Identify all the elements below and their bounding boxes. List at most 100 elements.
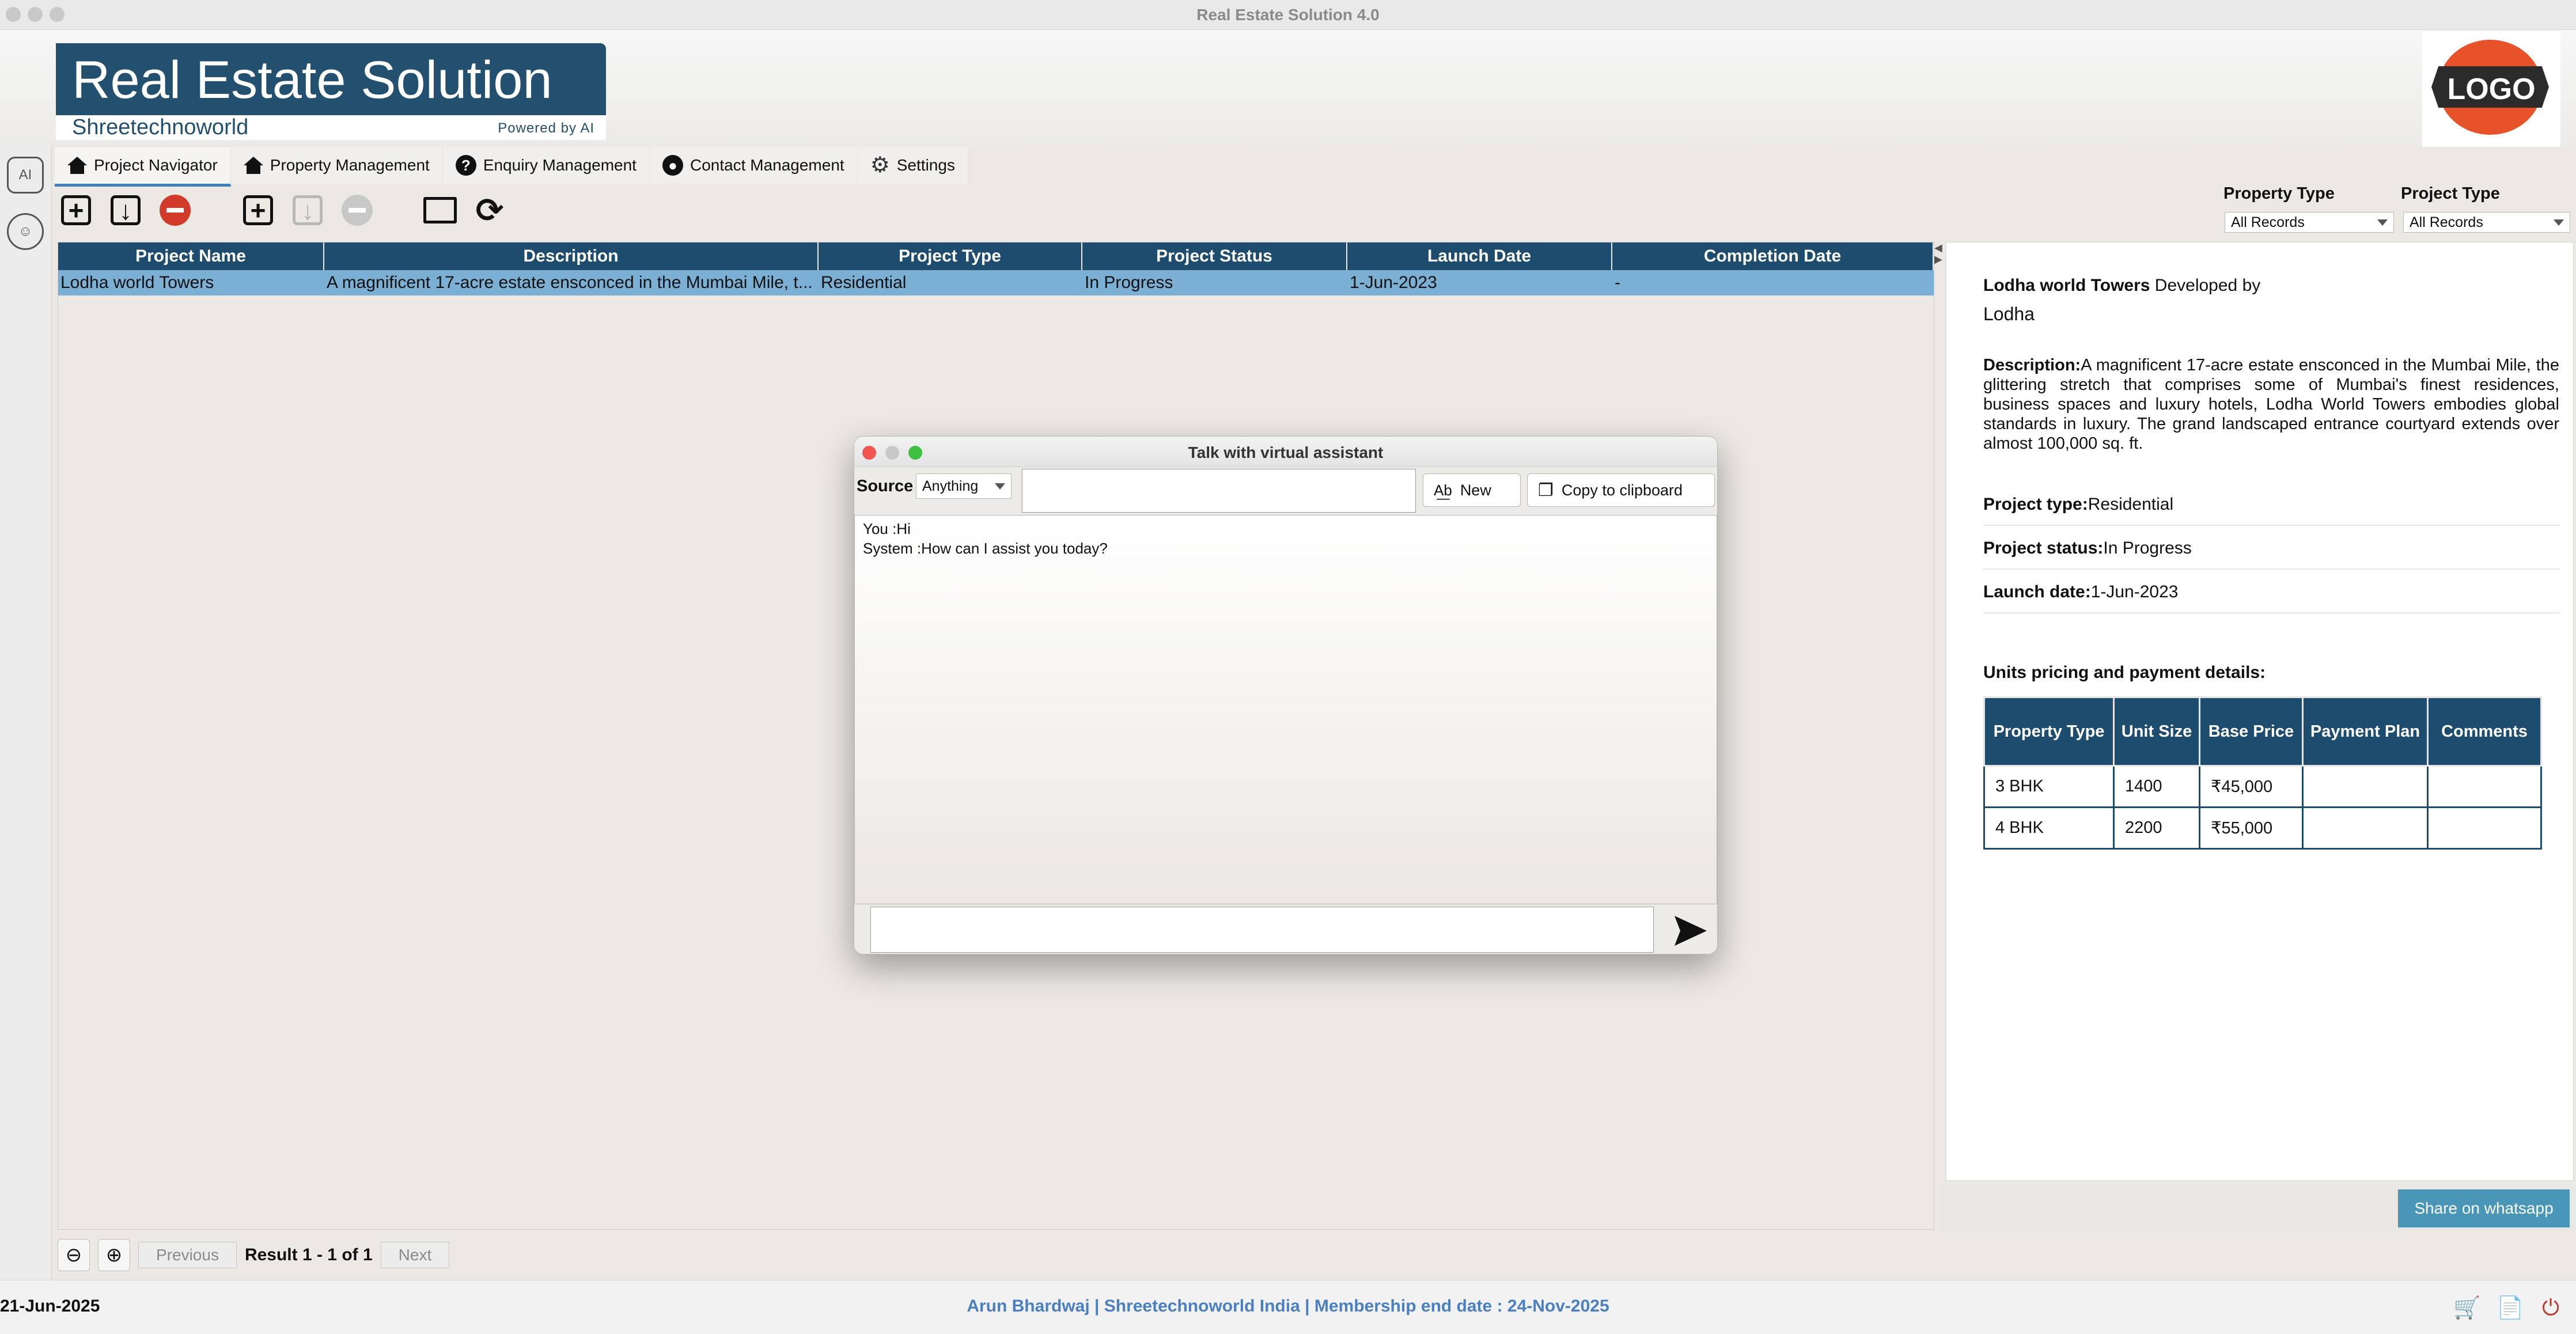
units-cell <box>2302 806 2429 850</box>
window-title: Real Estate Solution 4.0 <box>1196 6 1380 24</box>
units-cell <box>2427 765 2542 808</box>
tab-property-management[interactable]: Property Management <box>230 147 443 184</box>
table-row[interactable]: 3 BHK 1400 ₹45,000 <box>1983 765 2542 808</box>
brand-powered-by: Powered by AI <box>498 120 594 136</box>
grid-cell: Lodha world Towers <box>60 273 214 292</box>
brand-title: Real Estate Solution <box>72 51 552 109</box>
splitter-handle[interactable]: ◀ ▶ <box>1934 242 1946 276</box>
units-header-cell: Property Type <box>1983 696 2115 767</box>
tab-settings[interactable]: ⚙ Settings <box>857 147 968 184</box>
chat-message: System :How can I assist you today? <box>863 540 1108 557</box>
new-chat-label: New <box>1460 481 1491 499</box>
save-unit-button[interactable]: ↓ <box>289 192 326 229</box>
remove-icon <box>160 195 191 226</box>
tab-enquiry-management[interactable]: ? Enquiry Management <box>442 147 650 184</box>
window-titlebar: Real Estate Solution 4.0 <box>0 0 2576 30</box>
grid-header-cell[interactable]: Project Type <box>819 242 1082 270</box>
send-button[interactable] <box>1672 912 1709 949</box>
grid-header-cell[interactable]: Project Name <box>58 242 324 270</box>
main-tabs: Project Navigator Property Management ? … <box>55 147 968 187</box>
next-page-button[interactable]: Next <box>380 1242 450 1268</box>
units-header-cell: Payment Plan <box>2302 696 2429 767</box>
status-user-info[interactable]: Arun Bhardwaj | Shreetechnoworld India |… <box>0 1297 2576 1316</box>
units-cell: 1400 <box>2113 765 2200 808</box>
units-cell: 3 BHK <box>1983 765 2115 808</box>
zoom-in-button[interactable]: ⊕ <box>98 1239 130 1271</box>
help-icon: ? <box>455 155 476 176</box>
assistant-bot-icon[interactable]: ☺ <box>7 213 44 250</box>
copy-to-clipboard-button[interactable]: ❐ Copy to clipboard <box>1527 473 1715 507</box>
clear-text-icon: A͟b <box>1434 481 1452 499</box>
table-row[interactable]: Lodha world Towers A magnificent 17-acre… <box>58 270 1934 295</box>
detail-project-type: Residential <box>2088 495 2174 514</box>
previous-page-button[interactable]: Previous <box>138 1242 237 1268</box>
cart-icon[interactable]: 🛒 <box>2451 1292 2483 1324</box>
grid-cell: 1-Jun-2023 <box>1350 273 1437 292</box>
document-settings-icon[interactable]: 📄 <box>2494 1292 2526 1324</box>
plus-icon: + <box>243 195 273 225</box>
grid-cell: In Progress <box>1085 273 1173 292</box>
grid-header-row: Project Name Description Project Type Pr… <box>58 242 1934 270</box>
person-icon: ● <box>662 155 683 176</box>
detail-launch-date-label: Launch date: <box>1983 582 2091 601</box>
detail-developed-by-label: Developed by <box>2154 276 2261 295</box>
units-header-cell: Comments <box>2427 696 2542 767</box>
share-on-whatsapp-button[interactable]: Share on whatsapp <box>2398 1189 2570 1227</box>
units-table: Property Type Unit Size Base Price Payme… <box>1983 696 2542 850</box>
dialog-title: Talk with virtual assistant <box>1188 444 1384 461</box>
home-icon <box>243 157 263 174</box>
logo-text: LOGO <box>2447 73 2536 106</box>
home-icon <box>67 157 87 174</box>
delete-project-button[interactable] <box>157 192 194 229</box>
plus-icon: + <box>61 195 91 225</box>
grid-header-cell[interactable]: Description <box>324 242 819 270</box>
save-project-button[interactable]: ↓ <box>107 192 144 229</box>
zoom-out-button[interactable]: ⊖ <box>58 1239 90 1271</box>
grid-header-cell[interactable]: Launch Date <box>1347 242 1612 270</box>
detail-developer: Lodha <box>1983 304 2035 324</box>
power-icon[interactable]: ⏻ <box>2535 1292 2567 1324</box>
result-count: Result 1 - 1 of 1 <box>244 1245 373 1264</box>
detail-project-status: In Progress <box>2103 539 2192 558</box>
units-cell: ₹55,000 <box>2199 806 2304 850</box>
add-project-button[interactable]: + <box>58 192 94 229</box>
status-bar: 21-Jun-2025 Arun Bhardwaj | Shreetechnow… <box>0 1280 2576 1334</box>
select-value: All Records <box>2410 214 2483 230</box>
detail-launch-date: 1-Jun-2023 <box>2090 582 2179 601</box>
project-details-panel: Lodha world Towers Developed by Lodha De… <box>1946 242 2574 1181</box>
add-unit-button[interactable]: + <box>240 192 276 229</box>
refresh-icon: ⟳ <box>475 192 504 229</box>
chat-context-input[interactable] <box>1022 469 1416 513</box>
divider <box>1983 525 2559 526</box>
chat-message: You :Hi <box>863 520 911 537</box>
project-type-filter-select[interactable]: All Records <box>2403 212 2570 233</box>
ai-chip-icon[interactable]: AI <box>7 157 44 194</box>
gear-icon: ⚙ <box>870 153 890 177</box>
tab-project-navigator[interactable]: Project Navigator <box>55 147 231 187</box>
grid-header-cell[interactable]: Completion Date <box>1612 242 1934 270</box>
tab-label: Project Navigator <box>94 156 218 174</box>
refresh-button[interactable]: ⟳ <box>471 192 508 229</box>
download-icon: ↓ <box>293 195 323 225</box>
chat-message-input[interactable] <box>870 907 1654 953</box>
open-folder-button[interactable] <box>422 192 459 229</box>
delete-unit-button[interactable] <box>339 192 376 229</box>
table-row[interactable]: 4 BHK 2200 ₹55,000 <box>1983 806 2542 850</box>
tab-contact-management[interactable]: ● Contact Management <box>649 147 858 184</box>
source-select[interactable]: Anything <box>916 473 1012 499</box>
grid-cell: A magnificent 17-acre estate ensconced i… <box>327 273 813 292</box>
left-rail: AI ☺ <box>0 145 52 1297</box>
folder-icon <box>423 197 457 223</box>
tab-label: Enquiry Management <box>483 156 637 174</box>
divider <box>1983 612 2559 613</box>
detail-project-type-label: Project type: <box>1983 495 2088 514</box>
units-cell <box>2427 806 2542 850</box>
units-header-cell: Unit Size <box>2113 696 2200 767</box>
select-value: All Records <box>2231 214 2305 230</box>
property-type-filter-select[interactable]: All Records <box>2225 212 2394 233</box>
grid-header-cell[interactable]: Project Status <box>1082 242 1347 270</box>
new-chat-button[interactable]: A͟b New <box>1423 473 1521 507</box>
chat-log[interactable]: You :Hi System :How can I assist you tod… <box>854 515 1717 904</box>
brand-banner-top: Real Estate Solution <box>56 43 606 115</box>
detail-description-label: Description: <box>1983 356 2081 374</box>
